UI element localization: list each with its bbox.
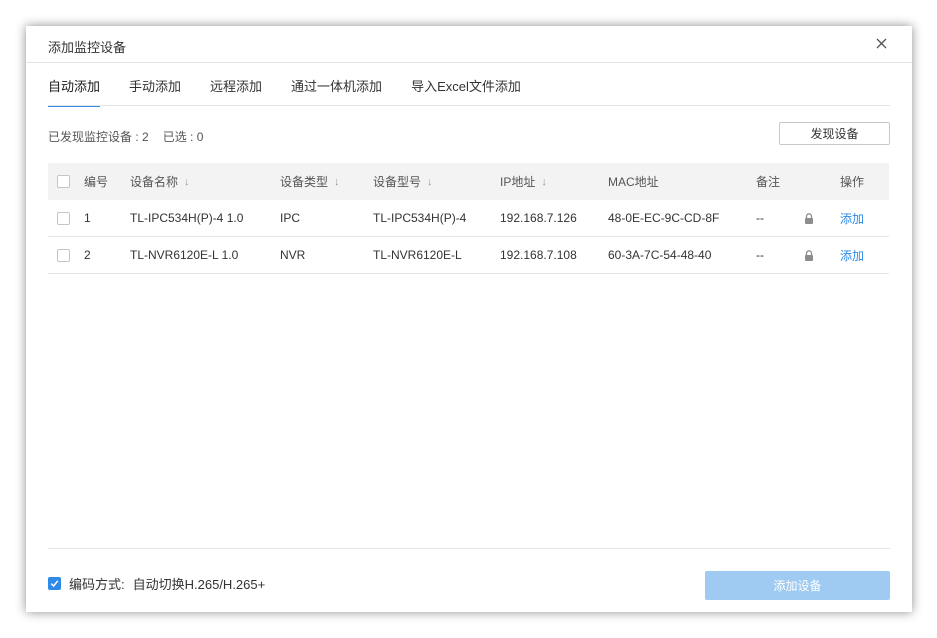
header-model-label: 设备型号 [373,175,422,189]
found-count: 已发现监控设备 : 2 [48,130,149,144]
row-index: 2 [84,248,91,262]
header-action: 操作 [840,175,865,189]
tab-manual-add[interactable]: 手动添加 [129,76,181,107]
tabs-divider [48,105,890,106]
header-mac: MAC地址 [608,175,659,189]
row-add-link[interactable]: 添加 [840,237,864,273]
device-table: 编号 设备名称 ↓ 设备类型 ↓ 设备型号 ↓ IP地址 ↓ MAC地址 备注 操作 1… [48,163,889,274]
sort-arrow-icon: ↓ [427,175,433,188]
row-checkbox[interactable] [57,248,70,262]
tab-all-in-one-add[interactable]: 通过一体机添加 [291,76,382,107]
header-type[interactable]: 设备类型 ↓ [280,163,340,200]
row-mac-address: 60-3A-7C-54-48-40 [608,248,712,262]
tab-bar: 自动添加 手动添加 远程添加 通过一体机添加 导入Excel文件添加 [48,76,521,107]
row-device-model: TL-IPC534H(P)-4 [373,211,467,225]
row-mac-address: 48-0E-EC-9C-CD-8F [608,211,720,225]
encoding-checkbox[interactable] [48,577,61,590]
row-device-type: IPC [280,211,301,225]
select-all-checkbox[interactable] [57,175,70,188]
sort-arrow-icon: ↓ [334,175,340,188]
tab-remote-add[interactable]: 远程添加 [210,76,262,107]
check-icon [50,580,59,588]
table-row: 1 TL-IPC534H(P)-4 1.0 IPC TL-IPC534H(P)-… [48,200,889,237]
row-device-type: NVR [280,248,306,262]
header-note: 备注 [756,175,781,189]
row-device-name: TL-NVR6120E-L 1.0 [130,248,239,262]
lock-icon [804,237,814,273]
add-devices-button[interactable]: 添加设备 [705,571,890,600]
encoding-label: 编码方式: [69,577,125,592]
row-index: 1 [84,211,91,225]
table-header: 编号 设备名称 ↓ 设备类型 ↓ 设备型号 ↓ IP地址 ↓ MAC地址 备注 操作 [48,163,889,200]
tab-excel-import-add[interactable]: 导入Excel文件添加 [411,76,521,107]
header-index: 编号 [84,175,109,189]
row-note: -- [756,211,764,225]
sort-arrow-icon: ↓ [184,175,190,188]
header-model[interactable]: 设备型号 ↓ [373,163,433,200]
selected-count: 已选 : 0 [162,130,204,144]
table-row: 2 TL-NVR6120E-L 1.0 NVR TL-NVR6120E-L 19… [48,237,889,274]
encoding-option: 编码方式: 自动切换H.265/H.265+ [48,574,265,593]
row-device-name: TL-IPC534H(P)-4 1.0 [130,211,244,225]
add-device-dialog: 添加监控设备 自动添加 手动添加 远程添加 通过一体机添加 导入Excel文件添… [26,26,912,612]
header-divider [26,62,912,63]
close-button[interactable] [870,32,892,54]
row-ip-address: 192.168.7.126 [500,211,577,225]
row-checkbox[interactable] [57,211,70,225]
row-note: -- [756,248,764,262]
sort-arrow-icon: ↓ [541,175,547,188]
dialog-title: 添加监控设备 [48,40,127,55]
header-ip[interactable]: IP地址 ↓ [500,163,547,200]
footer-divider [48,548,890,549]
header-name[interactable]: 设备名称 ↓ [130,163,190,200]
close-icon [876,38,886,48]
header-type-label: 设备类型 [280,175,329,189]
header-ip-label: IP地址 [500,175,536,189]
tab-auto-add[interactable]: 自动添加 [48,76,101,107]
discover-devices-button[interactable]: 发现设备 [779,122,890,145]
row-device-model: TL-NVR6120E-L [373,248,462,262]
encoding-value: 自动切换H.265/H.265+ [132,577,266,592]
row-add-link[interactable]: 添加 [840,200,864,236]
header-name-label: 设备名称 [130,175,179,189]
lock-icon [804,200,814,236]
discovery-summary: 已发现监控设备 : 2 已选 : 0 [48,128,203,145]
row-ip-address: 192.168.7.108 [500,248,577,262]
